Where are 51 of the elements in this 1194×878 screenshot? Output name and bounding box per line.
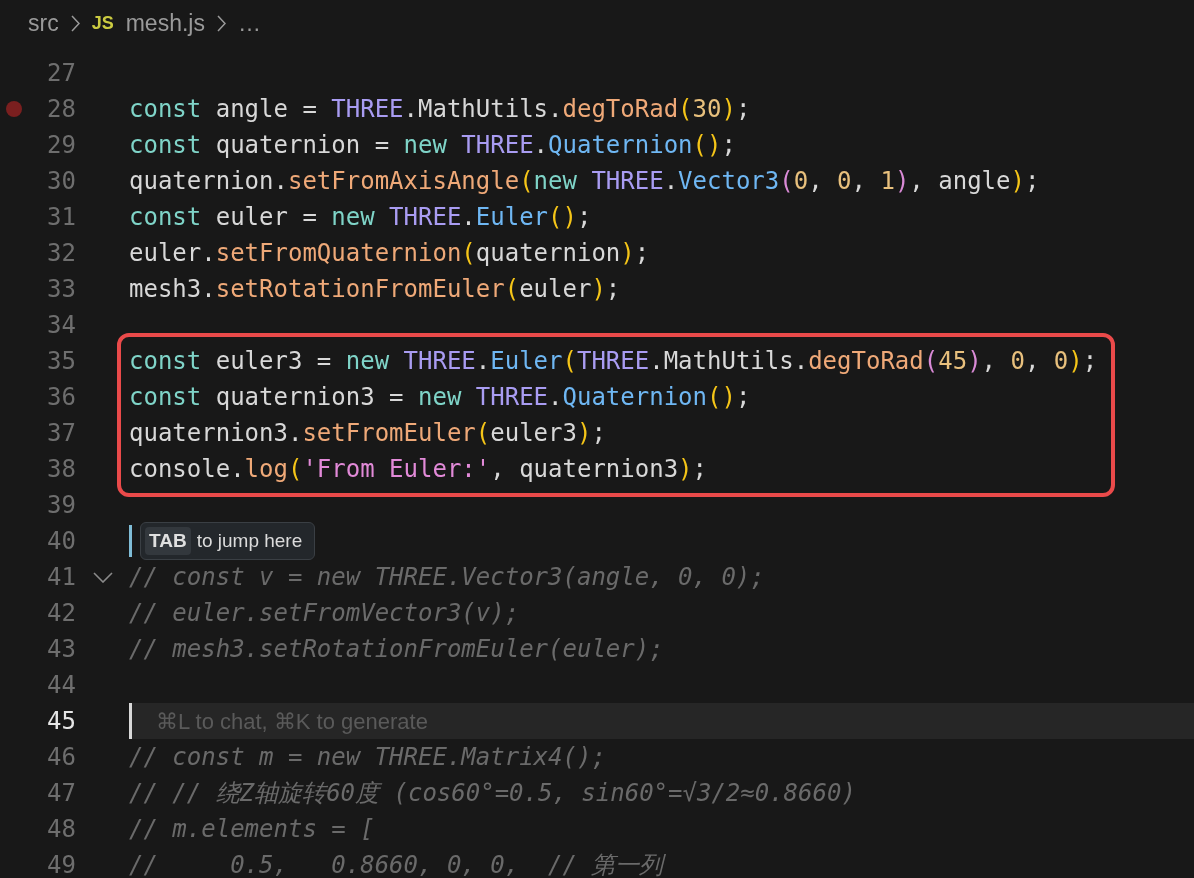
line-number: 46 (47, 743, 76, 771)
code-line: // euler.setFromVector3(v); (129, 598, 520, 629)
line-number: 43 (47, 635, 76, 663)
line-number: 32 (47, 239, 76, 267)
line-number: 28 (47, 95, 76, 123)
code-line: // const v = new THREE.Vector3(angle, 0, 0); (129, 562, 765, 593)
file-type-label: JS (91, 12, 114, 35)
chevron-right-icon (70, 15, 80, 32)
breadcrumb-item[interactable]: src (28, 6, 59, 41)
code-line: const quaternion = new THREE.Quaternion(); (129, 130, 736, 161)
code-line: const euler = new THREE.Euler(); (129, 202, 592, 233)
line-number: 37 (47, 419, 76, 447)
code-line: console.log('From Euler:', quaternion3); (129, 454, 707, 485)
code-line: const euler3 = new THREE.Euler(THREE.MathUtils.degToRad(45), 0, 0); (129, 346, 1098, 377)
line-number: 41 (47, 563, 76, 591)
key-label: TAB (145, 526, 191, 556)
breadcrumb-item[interactable]: mesh.js (125, 6, 205, 41)
line-number: 30 (47, 167, 76, 195)
line-number: 45 (47, 707, 76, 735)
code-line: // mesh3.setRotationFromEuler(euler); (129, 634, 664, 665)
line-number: 33 (47, 275, 76, 303)
code-line: euler.setFromQuaternion(quaternion); (129, 238, 650, 269)
code-line: // m.elements = [ (129, 814, 375, 845)
code-line: // // 绕Z轴旋转60度 (cos60°=0.5, sin60°=√3/2≈0.8660) (129, 778, 856, 809)
line-number: 27 (47, 59, 76, 87)
line-number: 48 (47, 815, 76, 843)
fold-chevron-icon[interactable] (92, 571, 113, 583)
line-number: 38 (47, 455, 76, 483)
breadcrumb-item[interactable]: … (237, 6, 261, 41)
line-number: 39 (47, 491, 76, 519)
line-number: 31 (47, 203, 76, 231)
line-number: 29 (47, 131, 76, 159)
line-number: 42 (47, 599, 76, 627)
line-number: 44 (47, 671, 76, 699)
code-line: mesh3.setRotationFromEuler(euler); (129, 274, 621, 305)
chevron-right-icon (216, 15, 226, 32)
line-number: 49 (47, 851, 76, 878)
code-line: // const m = new THREE.Matrix4(); (129, 742, 606, 773)
line-number: 36 (47, 383, 76, 411)
line-number: 40 (47, 527, 76, 555)
code-line: quaternion.setFromAxisAngle(new THREE.Vector3(0, 0, 1), angle); (129, 166, 1040, 197)
cursor-marker (129, 525, 132, 557)
tooltip-text: to jump here (196, 528, 304, 553)
code-line: quaternion3.setFromEuler(euler3); (129, 418, 606, 449)
line-number: 34 (47, 311, 76, 339)
text-cursor (129, 703, 132, 739)
code-line: // 0.5, 0.8660, 0, 0, // 第一列 (129, 850, 664, 878)
line-number: 47 (47, 779, 76, 807)
code-line: const quaternion3 = new THREE.Quaternion(); (129, 382, 751, 413)
code-line: const angle = THREE.MathUtils.degToRad(30); (129, 94, 751, 125)
line-number: 35 (47, 347, 76, 375)
